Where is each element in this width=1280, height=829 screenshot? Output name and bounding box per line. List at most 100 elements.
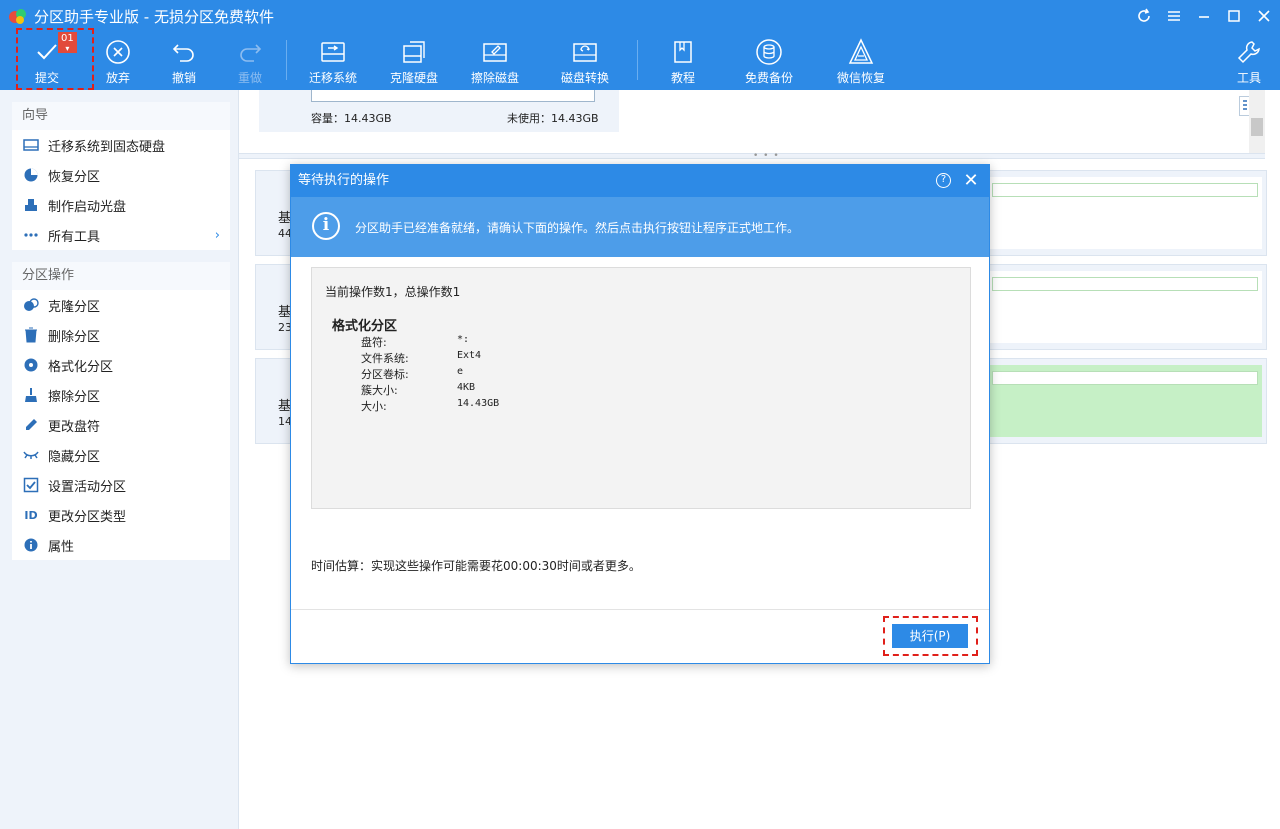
sidebar-item-delete-partition[interactable]: 删除分区 bbox=[12, 320, 230, 350]
toolbar: 提交 01 放弃 撤销 重做 迁移系统 克隆硬盘 擦 bbox=[0, 28, 1280, 90]
info-icon bbox=[22, 536, 40, 554]
sidebar-item-hide-partition[interactable]: 隐藏分区 bbox=[12, 440, 230, 470]
sidebar-item-all-tools[interactable]: 所有工具 › bbox=[12, 220, 230, 250]
closed-eye-icon bbox=[22, 446, 40, 464]
sidebar-item-label: 制作启动光盘 bbox=[48, 199, 127, 215]
operation-count: 当前操作数1，总操作数1 bbox=[325, 285, 461, 299]
detail-value: *: bbox=[457, 334, 470, 345]
cancel-circle-icon bbox=[103, 37, 133, 67]
checkbox-icon bbox=[22, 476, 40, 494]
undo-button[interactable]: 撤销 bbox=[166, 32, 202, 90]
undo-icon bbox=[169, 37, 199, 67]
sidebar-item-label: 更改分区类型 bbox=[48, 509, 127, 525]
disk-card[interactable]: 容量：14.43GB 未使用：14.43GB bbox=[259, 90, 619, 132]
time-estimate: 时间估算：实现这些操作可能需要花00:00:30时间或者更多。 bbox=[311, 559, 641, 573]
sidebar-item-set-active[interactable]: 设置活动分区 bbox=[12, 470, 230, 500]
sidebar-item-change-type[interactable]: ID 更改分区类型 bbox=[12, 500, 230, 530]
discard-button[interactable]: 放弃 bbox=[100, 32, 136, 90]
free-backup-button[interactable]: 免费备份 bbox=[738, 32, 800, 90]
app-logo-icon bbox=[9, 9, 26, 24]
sidebar-item-label: 擦除分区 bbox=[48, 389, 101, 405]
redo-icon bbox=[235, 37, 265, 67]
minimize-icon[interactable] bbox=[1192, 4, 1216, 28]
format-icon bbox=[22, 356, 40, 374]
pane-splitter[interactable]: • • • bbox=[239, 151, 1265, 161]
sidebar-item-recover-partition[interactable]: 恢复分区 bbox=[12, 160, 230, 190]
detail-key: 文件系统: bbox=[361, 352, 409, 365]
redo-button[interactable]: 重做 bbox=[232, 32, 268, 90]
book-icon bbox=[668, 37, 698, 67]
trash-icon bbox=[22, 326, 40, 344]
wechat-recovery-icon bbox=[846, 37, 876, 67]
bootable-disk-icon bbox=[22, 196, 40, 214]
scrollbar[interactable] bbox=[1249, 90, 1265, 154]
detail-key: 大小: bbox=[361, 400, 387, 413]
window-title: 分区助手专业版 - 无损分区免费软件 bbox=[34, 8, 274, 26]
sidebar-item-label: 隐藏分区 bbox=[48, 449, 101, 465]
operation-title: 格式化分区 bbox=[332, 319, 398, 334]
wizard-title: 向导 bbox=[12, 102, 230, 130]
sidebar-item-label: 更改盘符 bbox=[48, 419, 101, 435]
wrench-icon bbox=[1234, 37, 1264, 67]
eraser-disk-icon bbox=[480, 37, 510, 67]
sidebar-item-clone-partition[interactable]: 克隆分区 bbox=[12, 290, 230, 320]
pending-operations-dialog: 等待执行的操作 ? ✕ i 分区助手已经准备就绪，请确认下面的操作。然后点击执行… bbox=[290, 164, 990, 664]
detail-key: 分区卷标: bbox=[361, 368, 409, 381]
detail-value: 14.43GB bbox=[457, 398, 500, 409]
detail-value: Ext4 bbox=[457, 350, 482, 361]
menu-icon[interactable] bbox=[1162, 4, 1186, 28]
sidebar: 向导 迁移系统到固态硬盘 恢复分区 制作启动光盘 所有工具 › 分区操作 克隆分… bbox=[0, 90, 238, 829]
sidebar-item-change-letter[interactable]: 更改盘符 bbox=[12, 410, 230, 440]
disk-unused: 未使用：14.43GB bbox=[507, 112, 599, 125]
partition-bar bbox=[992, 371, 1258, 385]
wechat-recovery-button[interactable]: 微信恢复 bbox=[830, 32, 892, 90]
chevron-right-icon: › bbox=[214, 227, 220, 243]
close-icon[interactable] bbox=[1252, 4, 1276, 28]
tutorial-label: 教程 bbox=[670, 71, 695, 85]
clone-partition-icon bbox=[22, 296, 40, 314]
detail-value: e bbox=[457, 366, 464, 377]
redo-label: 重做 bbox=[237, 71, 262, 85]
info-icon: i bbox=[312, 212, 340, 240]
partition-bar bbox=[992, 277, 1258, 291]
tools-button[interactable]: 工具 bbox=[1231, 32, 1267, 90]
disk-list-pane: 容量：14.43GB 未使用：14.43GB bbox=[239, 90, 1265, 154]
disk-convert-label: 磁盘转换 bbox=[560, 71, 609, 85]
sidebar-item-label: 所有工具 bbox=[48, 229, 101, 245]
migrate-system-label: 迁移系统 bbox=[308, 71, 357, 85]
sidebar-item-label: 迁移系统到固态硬盘 bbox=[48, 139, 166, 155]
dialog-title-bar: 等待执行的操作 ? ✕ bbox=[291, 165, 989, 197]
drive-arrow-icon bbox=[318, 37, 348, 67]
close-icon[interactable]: ✕ bbox=[961, 165, 981, 197]
discard-label: 放弃 bbox=[105, 71, 130, 85]
broom-icon bbox=[22, 386, 40, 404]
migrate-system-button[interactable]: 迁移系统 bbox=[302, 32, 364, 90]
tutorial-button[interactable]: 教程 bbox=[664, 32, 702, 90]
banner-message: 分区助手已经准备就绪，请确认下面的操作。然后点击执行按钮让程序正式地工作。 bbox=[355, 221, 800, 235]
maximize-icon[interactable] bbox=[1222, 4, 1246, 28]
wipe-disk-button[interactable]: 擦除磁盘 bbox=[464, 32, 526, 90]
pie-icon bbox=[22, 166, 40, 184]
sidebar-item-format-partition[interactable]: 格式化分区 bbox=[12, 350, 230, 380]
sidebar-item-bootable-media[interactable]: 制作启动光盘 bbox=[12, 190, 230, 220]
refresh-icon[interactable] bbox=[1132, 4, 1156, 28]
disk-convert-button[interactable]: 磁盘转换 bbox=[554, 32, 616, 90]
sidebar-item-properties[interactable]: 属性 bbox=[12, 530, 230, 560]
undo-label: 撤销 bbox=[171, 71, 196, 85]
scroll-thumb[interactable] bbox=[1251, 118, 1263, 136]
dialog-title: 等待执行的操作 bbox=[298, 173, 390, 188]
sidebar-item-wipe-partition[interactable]: 擦除分区 bbox=[12, 380, 230, 410]
sidebar-item-label: 格式化分区 bbox=[48, 359, 114, 375]
drive-icon bbox=[22, 136, 40, 154]
title-bar: 分区助手专业版 - 无损分区免费软件 bbox=[0, 0, 1280, 32]
partition-bar bbox=[992, 183, 1258, 197]
clone-disk-label: 克隆硬盘 bbox=[389, 71, 438, 85]
help-icon[interactable]: ? bbox=[936, 173, 951, 188]
sidebar-item-label: 克隆分区 bbox=[48, 299, 101, 315]
pencil-icon bbox=[22, 416, 40, 434]
detail-key: 盘符: bbox=[361, 336, 387, 349]
sidebar-item-migrate-ssd[interactable]: 迁移系统到固态硬盘 bbox=[12, 130, 230, 160]
wechat-recovery-label: 微信恢复 bbox=[836, 71, 885, 85]
dialog-banner: i 分区助手已经准备就绪，请确认下面的操作。然后点击执行按钮让程序正式地工作。 bbox=[291, 197, 989, 257]
clone-disk-button[interactable]: 克隆硬盘 bbox=[383, 32, 445, 90]
